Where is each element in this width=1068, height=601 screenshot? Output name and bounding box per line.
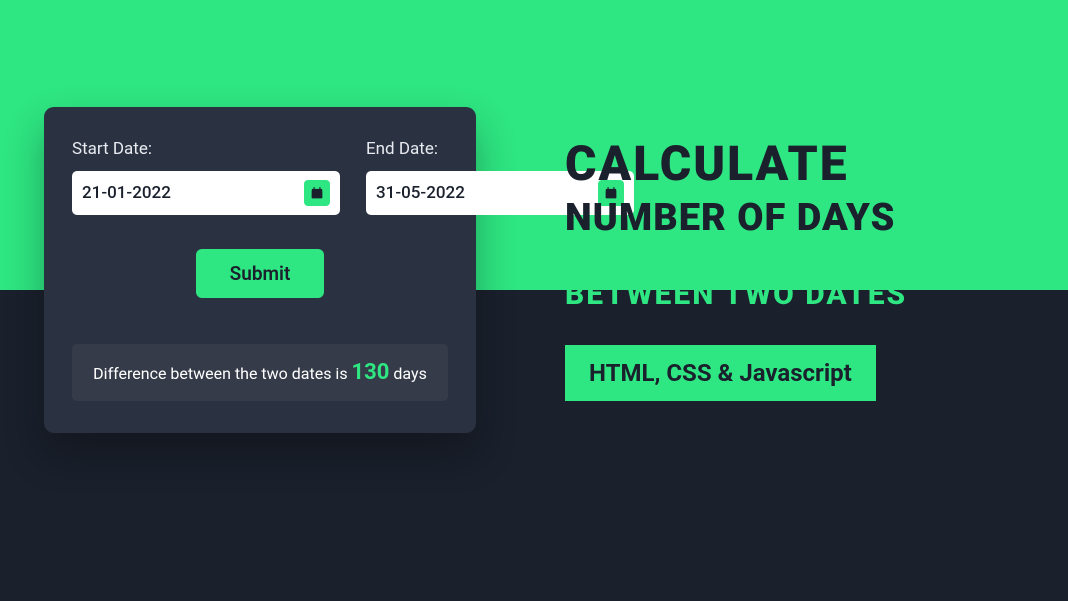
start-date-group: Start Date: bbox=[72, 139, 340, 215]
title-line-2: NUMBER OF DAYS bbox=[565, 198, 1035, 240]
title-line-3: BETWEEN TWO DATES bbox=[565, 278, 1035, 311]
result-bar: Difference between the two dates is 130 … bbox=[72, 344, 448, 401]
title-line-1: CALCULATE bbox=[565, 140, 1035, 188]
calculator-card: Start Date: End Date: bbox=[44, 107, 476, 433]
title-section: CALCULATE NUMBER OF DAYS BETWEEN TWO DAT… bbox=[565, 140, 1035, 401]
start-date-label: Start Date: bbox=[72, 139, 340, 159]
submit-button[interactable]: Submit bbox=[196, 249, 325, 298]
tech-badge: HTML, CSS & Javascript bbox=[565, 345, 876, 401]
result-prefix: Difference between the two dates is bbox=[93, 364, 351, 383]
result-number: 130 bbox=[352, 360, 390, 385]
start-date-input-wrapper bbox=[72, 171, 340, 215]
result-suffix: days bbox=[389, 364, 426, 383]
start-date-input[interactable] bbox=[82, 183, 304, 203]
date-row: Start Date: End Date: bbox=[72, 139, 448, 215]
submit-row: Submit bbox=[72, 249, 448, 298]
calendar-icon[interactable] bbox=[304, 180, 330, 206]
